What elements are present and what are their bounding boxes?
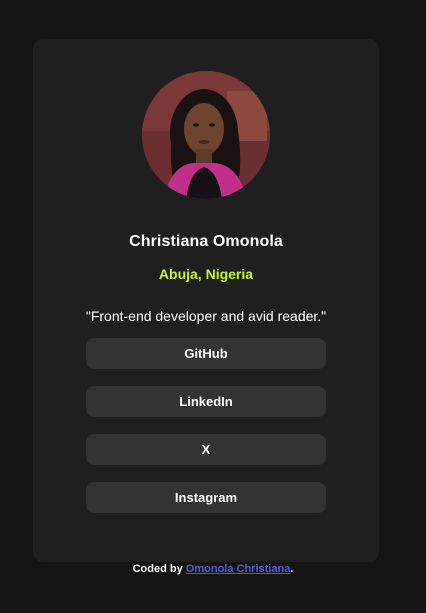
footer-attribution: Coded by Omonola Christiana. — [0, 563, 426, 575]
profile-name: Christiana Omonola — [129, 233, 283, 250]
github-link-button[interactable]: GitHub — [86, 338, 326, 369]
profile-location: Abuja, Nigeria — [158, 266, 254, 282]
x-link-button[interactable]: X — [86, 434, 326, 465]
avatar — [142, 71, 270, 199]
social-links: GitHub LinkedIn X Instagram — [86, 338, 326, 530]
author-link[interactable]: Omonola Christiana — [186, 563, 291, 575]
footer-prefix: Coded by — [132, 563, 183, 575]
footer-suffix: . — [290, 563, 294, 575]
profile-card: Christiana Omonola Abuja, Nigeria "Front… — [33, 39, 379, 562]
avatar-photo — [142, 71, 270, 199]
linkedin-link-button[interactable]: LinkedIn — [86, 386, 326, 417]
profile-bio: "Front-end developer and avid reader." — [85, 308, 327, 324]
instagram-link-button[interactable]: Instagram — [86, 482, 326, 513]
